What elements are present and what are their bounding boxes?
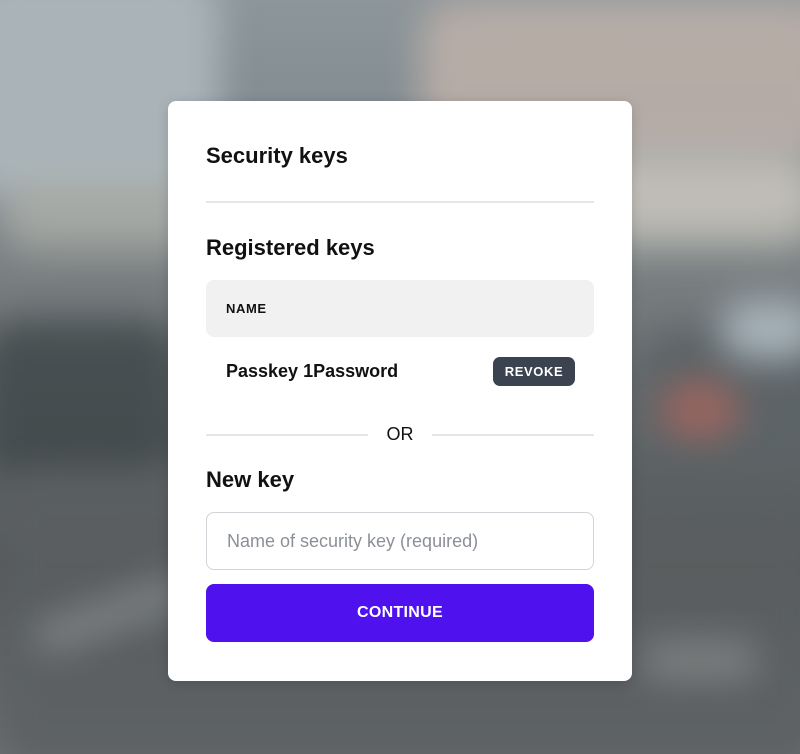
revoke-button[interactable]: REVOKE [493, 357, 575, 386]
name-column-header: NAME [226, 301, 267, 316]
new-key-heading: New key [206, 467, 295, 492]
keys-table-header: NAME [206, 280, 594, 337]
dialog-title: Security keys [206, 143, 348, 168]
or-label: OR [386, 424, 414, 444]
separator-line-right [432, 434, 594, 436]
separator-line-left [206, 434, 368, 436]
security-keys-dialog: Security keys Registered keys NAME Passk… [168, 101, 632, 681]
table-row: Passkey 1Password REVOKE [206, 339, 594, 405]
key-name: Passkey 1Password [226, 361, 399, 381]
title-divider [206, 201, 594, 203]
continue-button[interactable]: CONTINUE [206, 584, 594, 642]
security-key-name-input[interactable] [206, 512, 594, 570]
registered-keys-heading: Registered keys [206, 235, 375, 260]
or-separator: OR [206, 424, 594, 446]
